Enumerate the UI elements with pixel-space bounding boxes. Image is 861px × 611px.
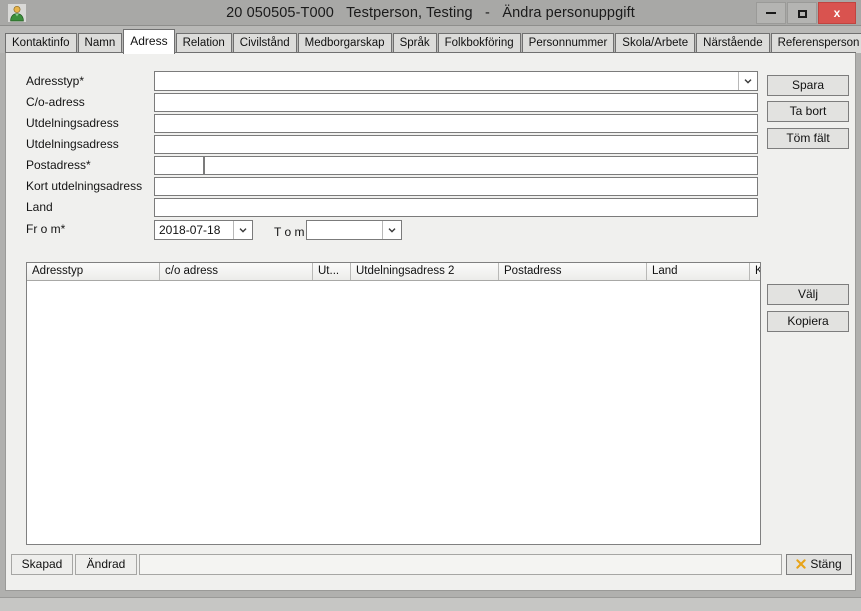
application-window: 20 050505-T000 Testperson, Testing - Änd…	[0, 0, 861, 611]
tab-medborgarskap[interactable]: Medborgarskap	[297, 33, 392, 53]
column-header-utdelningsadress-2[interactable]: Utdelningsadress 2	[351, 263, 499, 280]
status-message	[139, 553, 782, 575]
address-table[interactable]: Adresstyp c/o adress Ut... Utdelningsadr…	[26, 262, 761, 545]
save-button[interactable]: Spara	[767, 75, 849, 96]
column-header-land[interactable]: Land	[647, 263, 750, 280]
window-title: 20 050505-T000 Testperson, Testing - Änd…	[226, 5, 635, 21]
tab-list: Kontaktinfo Namn Adress Relation Civilst…	[5, 29, 861, 54]
column-header-kommun[interactable]: K	[750, 263, 760, 280]
co-adress-input[interactable]	[154, 93, 758, 112]
select-button[interactable]: Välj	[767, 284, 849, 305]
label-postadress: Postadress*	[26, 158, 91, 172]
tab-adress[interactable]: Adress	[123, 29, 175, 54]
column-header-utdelningsadress-1[interactable]: Ut...	[313, 263, 351, 280]
tab-sprak[interactable]: Språk	[392, 33, 437, 53]
label-adresstyp: Adresstyp*	[26, 74, 85, 88]
adresstyp-combobox[interactable]	[154, 71, 758, 91]
tab-civilstand[interactable]: Civilstånd	[232, 33, 297, 53]
kort-utdelningsadress-input[interactable]	[154, 177, 758, 196]
window-bottom-strip	[0, 597, 861, 611]
tab-kontaktinfo[interactable]: Kontaktinfo	[5, 33, 77, 53]
minimize-button[interactable]	[756, 2, 786, 24]
maximize-icon	[797, 9, 807, 18]
utdelningsadress-2-input[interactable]	[154, 135, 758, 154]
tab-folkbokforing[interactable]: Folkbokföring	[437, 33, 521, 53]
column-header-co-adress[interactable]: c/o adress	[160, 263, 313, 280]
status-bar: Skapad Ändrad Stäng	[11, 553, 852, 575]
label-utdelningsadress-1: Utdelningsadress	[26, 116, 119, 130]
maximize-button[interactable]	[787, 2, 817, 24]
minimize-icon	[766, 11, 776, 14]
label-fr-o-m: Fr o m*	[26, 222, 66, 236]
postort-input[interactable]	[204, 156, 758, 175]
utdelningsadress-1-input[interactable]	[154, 114, 758, 133]
label-kort-utdelningsadress: Kort utdelningsadress	[26, 179, 143, 193]
clear-fields-button[interactable]: Töm fält	[767, 128, 849, 149]
delete-button[interactable]: Ta bort	[767, 101, 849, 122]
tab-personnummer[interactable]: Personnummer	[521, 33, 615, 53]
tab-skola-arbete[interactable]: Skola/Arbete	[615, 33, 696, 53]
label-utdelningsadress-2: Utdelningsadress	[26, 137, 119, 151]
created-button[interactable]: Skapad	[11, 553, 73, 575]
land-input[interactable]	[154, 198, 758, 217]
table-header-row: Adresstyp c/o adress Ut... Utdelningsadr…	[27, 263, 760, 281]
tab-bar: Kontaktinfo Namn Adress Relation Civilst…	[0, 26, 861, 54]
tab-relation[interactable]: Relation	[175, 33, 232, 53]
chevron-down-icon[interactable]	[738, 72, 757, 90]
client-panel: Adresstyp* C/o-adress Utdelningsadress U…	[5, 53, 856, 591]
label-co-adress: C/o-adress	[26, 95, 85, 109]
t-o-m-date-picker[interactable]	[306, 220, 402, 240]
fr-o-m-value: 2018-07-18	[159, 223, 221, 237]
tab-referensperson[interactable]: Referensperson	[770, 33, 861, 53]
column-header-adresstyp[interactable]: Adresstyp	[27, 263, 160, 280]
close-button[interactable]: Stäng	[786, 553, 852, 575]
close-window-button[interactable]: x	[818, 2, 856, 24]
chevron-down-icon[interactable]	[233, 221, 252, 239]
fr-o-m-date-picker[interactable]: 2018-07-18	[154, 220, 253, 240]
close-button-label: Stäng	[810, 556, 842, 571]
chevron-down-icon[interactable]	[382, 221, 401, 239]
title-bar: 20 050505-T000 Testperson, Testing - Änd…	[0, 0, 861, 26]
tab-narstaende[interactable]: Närstående	[696, 33, 770, 53]
label-t-o-m: T o m	[274, 225, 305, 239]
table-body[interactable]	[27, 281, 760, 544]
postnummer-input[interactable]	[154, 156, 204, 175]
modified-button[interactable]: Ändrad	[75, 553, 137, 575]
tab-namn[interactable]: Namn	[77, 33, 123, 53]
x-icon	[796, 559, 806, 569]
label-land: Land	[26, 200, 53, 214]
copy-button[interactable]: Kopiera	[767, 311, 849, 332]
column-header-postadress[interactable]: Postadress	[499, 263, 647, 280]
